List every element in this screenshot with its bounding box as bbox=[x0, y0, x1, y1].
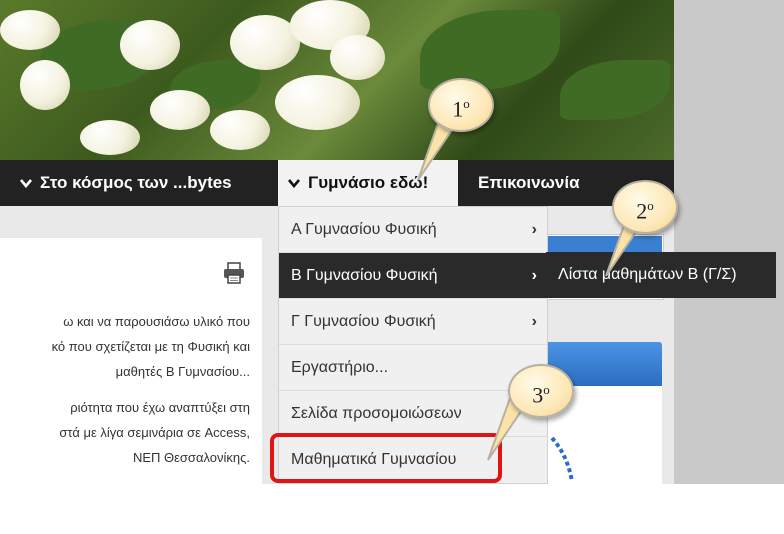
dotted-decoration bbox=[550, 436, 574, 483]
callout-bubble-3: 3o bbox=[508, 364, 574, 418]
nav-item-bytes[interactable]: Στο κόσμος των ...bytes bbox=[20, 160, 232, 206]
header-banner-image bbox=[0, 0, 674, 160]
menu-item-label: Β Γυμνασίου Φυσική bbox=[291, 267, 438, 284]
callout-bubble-1: 1o bbox=[428, 78, 494, 132]
callout-number: 2 bbox=[636, 198, 648, 224]
menu-item-label: Γ Γυμνασίου Φυσική bbox=[291, 313, 436, 330]
content-text-line: κό που σχετίζεται με τη Φυσική και bbox=[51, 339, 250, 354]
browser-viewport: Στο κόσμος των ...bytes Γυμνάσιο εδώ! Επ… bbox=[0, 0, 784, 484]
content-text-line: ΝΕΠ Θεσσαλονίκης. bbox=[132, 450, 250, 465]
main-navigation: Στο κόσμος των ...bytes Γυμνάσιο εδώ! Επ… bbox=[0, 160, 674, 206]
callout-number: 3 bbox=[532, 382, 544, 408]
callout-suffix: o bbox=[543, 382, 550, 397]
menu-item-b-physics[interactable]: Β Γυμνασίου Φυσική › bbox=[279, 253, 547, 299]
content-text-line: ριότητα που έχω αναπτύξει στη bbox=[70, 400, 250, 415]
callout-suffix: o bbox=[647, 198, 654, 213]
content-text-line: μαθητές Β Γυμνασίου... bbox=[115, 364, 250, 379]
menu-item-c-physics[interactable]: Γ Γυμνασίου Φυσική › bbox=[279, 299, 547, 345]
content-text-line: ω και να παρουσιάσω υλικό που bbox=[63, 314, 250, 329]
callout-bubble-2: 2o bbox=[612, 180, 678, 234]
callout-number: 1 bbox=[452, 96, 464, 122]
menu-item-label: Σελίδα προσομοιώσεων bbox=[291, 405, 462, 422]
page-outer-background bbox=[674, 0, 784, 484]
chevron-down-icon bbox=[20, 161, 32, 207]
chevron-right-icon: › bbox=[531, 313, 537, 330]
menu-item-a-physics[interactable]: Α Γυμνασίου Φυσική › bbox=[279, 207, 547, 253]
chevron-right-icon: › bbox=[531, 221, 537, 238]
callout-suffix: o bbox=[463, 96, 470, 111]
highlight-box bbox=[270, 433, 502, 483]
nav-item-contact[interactable]: Επικοινωνία bbox=[478, 160, 580, 206]
menu-item-lab[interactable]: Εργαστήριο... bbox=[279, 345, 547, 391]
nav-item-label: Επικοινωνία bbox=[478, 173, 580, 192]
chevron-right-icon: › bbox=[531, 267, 537, 284]
chevron-down-icon bbox=[288, 161, 300, 207]
menu-item-label: Α Γυμνασίου Φυσική bbox=[291, 221, 437, 238]
nav-item-label: Στο κόσμος των ...bytes bbox=[40, 173, 232, 192]
content-text-line: στά με λίγα σεμινάρια σε Access, bbox=[59, 425, 250, 440]
menu-item-label: Εργαστήριο... bbox=[291, 359, 389, 376]
submenu-item-lesson-list[interactable]: Λίστα μαθημάτων Β (Γ/Σ) bbox=[546, 252, 776, 298]
printer-icon[interactable] bbox=[222, 262, 246, 284]
